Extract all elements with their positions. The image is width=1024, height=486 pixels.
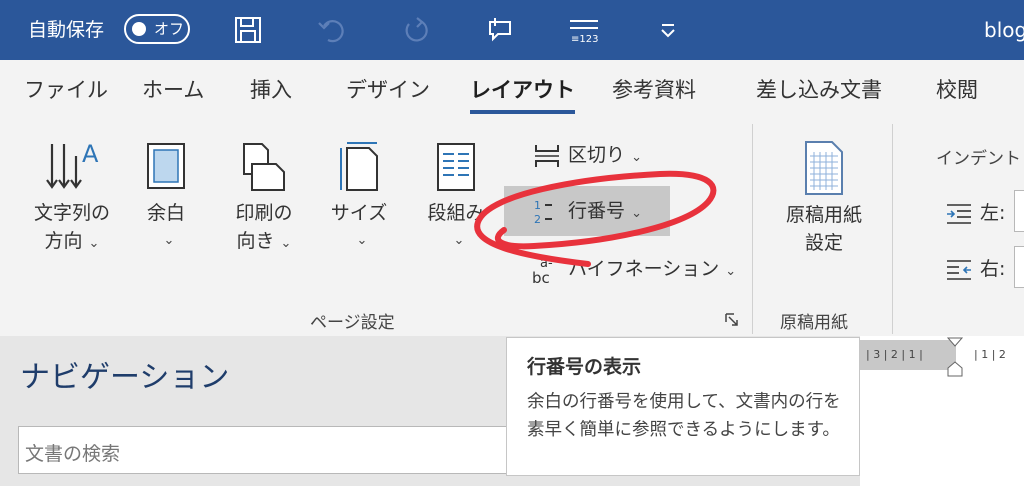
- text-direction-label-2: 方向: [44, 230, 83, 252]
- orientation-label-1: 印刷の: [235, 202, 293, 224]
- manuscript-group-label: 原稿用紙: [780, 313, 848, 333]
- toggle-knob: [132, 22, 146, 36]
- tab-review[interactable]: 校閲: [936, 74, 978, 104]
- indent-left-icon: [947, 203, 971, 224]
- chevron-down-icon: ⌄: [163, 233, 175, 248]
- manuscript-settings-button[interactable]: 原稿用紙 設定: [772, 140, 876, 257]
- size-button[interactable]: サイズ ⌄: [326, 140, 392, 249]
- group-divider: [752, 124, 753, 334]
- comment-icon[interactable]: [484, 14, 516, 46]
- customize-qa-icon[interactable]: [652, 14, 684, 46]
- search-placeholder: 文書の検索: [25, 443, 121, 465]
- navigation-title: ナビゲーション: [20, 360, 230, 395]
- indent-left-row: 左:: [944, 196, 1005, 230]
- tab-design[interactable]: デザイン: [346, 74, 430, 104]
- undo-icon[interactable]: [316, 14, 348, 46]
- text-direction-label-1: 文字列の: [33, 202, 110, 224]
- tab-home[interactable]: ホーム: [142, 74, 204, 104]
- margins-label: 余白: [146, 202, 185, 224]
- ruler-right-marks: | 1 | 2: [956, 340, 1024, 370]
- indent-right-row: 右:: [944, 252, 1005, 286]
- size-label: サイズ: [330, 202, 388, 224]
- page-setup-group-label: ページ設定: [310, 313, 395, 333]
- chevron-down-icon: ⌄: [280, 236, 292, 251]
- tooltip-body: 余白の行番号を使用して、文書内の行を素早く簡単に参照できるようにします。: [527, 392, 841, 440]
- text-direction-icon: A: [46, 140, 99, 189]
- dialog-launcher-icon[interactable]: [724, 312, 740, 328]
- indent-marker-icon[interactable]: [946, 336, 964, 378]
- manuscript-settings-label-1: 原稿用紙: [785, 204, 862, 226]
- text-direction-button[interactable]: A 文字列の 方向 ⌄: [24, 140, 120, 258]
- ruler-left-marks: | 3 | 2 | 1 |: [860, 340, 952, 370]
- redo-icon[interactable]: [400, 14, 432, 46]
- title-bar: 自動保存 オフ ≡123 blog: [0, 0, 1024, 60]
- orientation-button[interactable]: 印刷の 向き ⌄: [224, 140, 304, 258]
- line-numbers-tooltip: 行番号の表示 余白の行番号を使用して、文書内の行を素早く簡単に参照できるようにし…: [506, 337, 860, 476]
- autosave-label: 自動保存: [28, 19, 105, 41]
- indent-right-input[interactable]: [1014, 246, 1024, 288]
- svg-text:A: A: [82, 140, 99, 168]
- ribbon-tabs: ファイル ホーム 挿入 デザイン レイアウト 参考資料 差し込み文書 校閲: [0, 60, 1024, 116]
- manuscript-settings-label-2: 設定: [804, 232, 843, 254]
- tab-layout[interactable]: レイアウト: [470, 74, 575, 114]
- chevron-down-icon: ⌄: [356, 233, 368, 248]
- group-divider: [892, 124, 893, 334]
- size-icon: [340, 142, 378, 191]
- margins-icon: [147, 143, 185, 189]
- chevron-down-icon: ⌄: [88, 236, 100, 251]
- indent-left-input[interactable]: [1014, 190, 1024, 232]
- tab-insert[interactable]: 挿入: [250, 74, 292, 104]
- tooltip-title: 行番号の表示: [527, 356, 642, 378]
- document-title: blog: [984, 18, 1024, 42]
- indent-group-label: インデント: [936, 149, 1021, 169]
- tab-mailings[interactable]: 差し込み文書: [756, 74, 882, 104]
- ruler[interactable]: | 3 | 2 | 1 | | 1 | 2: [860, 340, 1024, 370]
- orientation-label-2: 向き: [236, 230, 275, 252]
- search-input[interactable]: 文書の検索: [18, 426, 518, 474]
- svg-text:≡123: ≡123: [571, 34, 598, 45]
- autosave-toggle[interactable]: オフ: [124, 14, 190, 44]
- annotation-circle: [474, 170, 717, 267]
- line-numbering-qa-icon[interactable]: ≡123: [568, 14, 600, 46]
- manuscript-paper-icon: [805, 141, 843, 195]
- indent-left-label: 左:: [980, 202, 1006, 224]
- orientation-icon: [243, 143, 285, 191]
- save-icon[interactable]: [232, 14, 264, 46]
- tab-references[interactable]: 参考資料: [612, 74, 696, 104]
- tab-file[interactable]: ファイル: [24, 74, 108, 104]
- svg-text:bc: bc: [532, 269, 550, 287]
- autosave-state: オフ: [154, 20, 185, 38]
- indent-right-label: 右:: [980, 258, 1006, 280]
- indent-right-icon: [947, 259, 971, 280]
- margins-button[interactable]: 余白 ⌄: [136, 140, 196, 249]
